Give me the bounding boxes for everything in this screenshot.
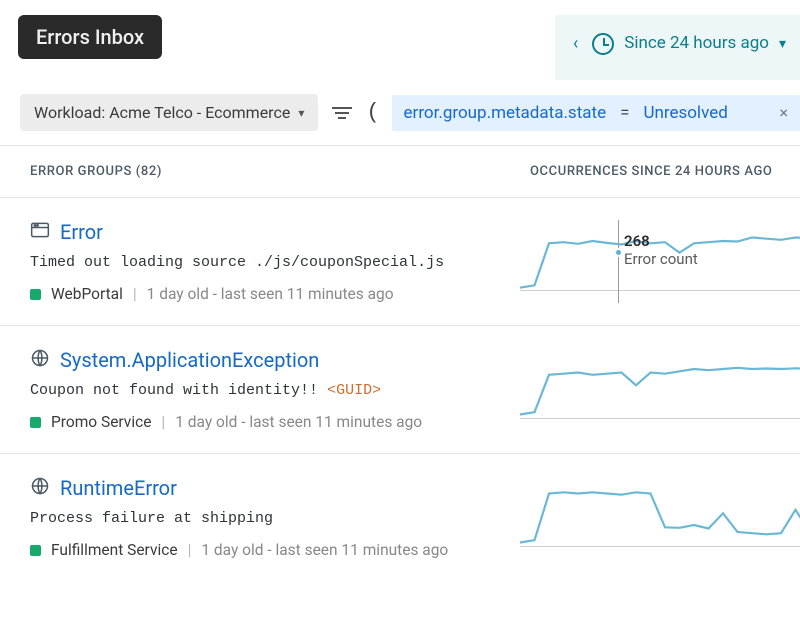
status-square-icon xyxy=(30,289,41,300)
filter-chip-op: = xyxy=(620,103,629,123)
sparkline-chart[interactable] xyxy=(520,476,800,551)
filter-chip-key: error.group.metadata.state xyxy=(404,103,607,123)
browser-icon xyxy=(30,220,50,244)
status-square-icon xyxy=(30,417,41,428)
service-name: Fulfillment Service xyxy=(51,541,178,559)
guid-placeholder: <GUID> xyxy=(327,382,381,399)
divider: | xyxy=(188,541,192,559)
chevron-down-icon[interactable]: ▾ xyxy=(779,36,786,52)
time-range-picker[interactable]: ‹ Since 24 hours ago ▾ xyxy=(555,15,800,80)
table-row: Error Timed out loading source ./js/coupo… xyxy=(0,197,800,325)
workload-dropdown[interactable]: Workload: Acme Telco - Ecommerce ▾ xyxy=(20,94,318,131)
time-range-label: Since 24 hours ago xyxy=(624,34,769,54)
tooltip-value: 268 xyxy=(624,232,650,250)
time-prev-icon[interactable]: ‹ xyxy=(569,31,582,56)
error-name-link[interactable]: Error xyxy=(60,220,103,244)
table-row: System.ApplicationException Coupon not fo… xyxy=(0,325,800,453)
divider: | xyxy=(133,285,137,303)
status-square-icon xyxy=(30,545,41,556)
table-header: ERROR GROUPS (82) OCCURRENCES SINCE 24 H… xyxy=(0,145,800,197)
close-icon[interactable]: × xyxy=(779,103,788,122)
col-occurrences: OCCURRENCES SINCE 24 HOURS AGO xyxy=(530,164,800,179)
globe-icon xyxy=(30,348,50,372)
clock-icon xyxy=(592,33,614,55)
error-age: 1 day old - last seen 11 minutes ago xyxy=(147,285,394,303)
col-error-groups: ERROR GROUPS (82) xyxy=(30,164,530,179)
error-name-link[interactable]: System.ApplicationException xyxy=(60,348,319,372)
sparkline-chart[interactable] xyxy=(520,348,800,423)
globe-icon xyxy=(30,476,50,500)
tooltip-label: Error count xyxy=(624,250,698,268)
divider: | xyxy=(161,413,165,431)
chart-tooltip: 268Error count xyxy=(624,232,698,268)
chevron-down-icon: ▾ xyxy=(298,106,304,120)
filter-chip-value: Unresolved xyxy=(643,103,727,123)
sparkline-chart[interactable]: 268Error count xyxy=(520,220,800,295)
error-message: Coupon not found with identity!! <GUID> xyxy=(30,382,520,399)
table-row: RuntimeError Process failure at shipping F… xyxy=(0,453,800,581)
error-age: 1 day old - last seen 11 minutes ago xyxy=(175,413,422,431)
page-title: Errors Inbox xyxy=(18,15,162,59)
filter-icon[interactable] xyxy=(330,107,354,119)
error-message: Timed out loading source ./js/couponSpec… xyxy=(30,254,520,271)
paren-open: ( xyxy=(366,100,379,125)
service-name: WebPortal xyxy=(51,285,123,303)
service-name: Promo Service xyxy=(51,413,151,431)
error-name-link[interactable]: RuntimeError xyxy=(60,476,177,500)
workload-dropdown-label: Workload: Acme Telco - Ecommerce xyxy=(34,103,290,122)
error-message: Process failure at shipping xyxy=(30,510,520,527)
filter-chip[interactable]: error.group.metadata.state = Unresolved … xyxy=(392,95,800,131)
error-age: 1 day old - last seen 11 minutes ago xyxy=(201,541,448,559)
